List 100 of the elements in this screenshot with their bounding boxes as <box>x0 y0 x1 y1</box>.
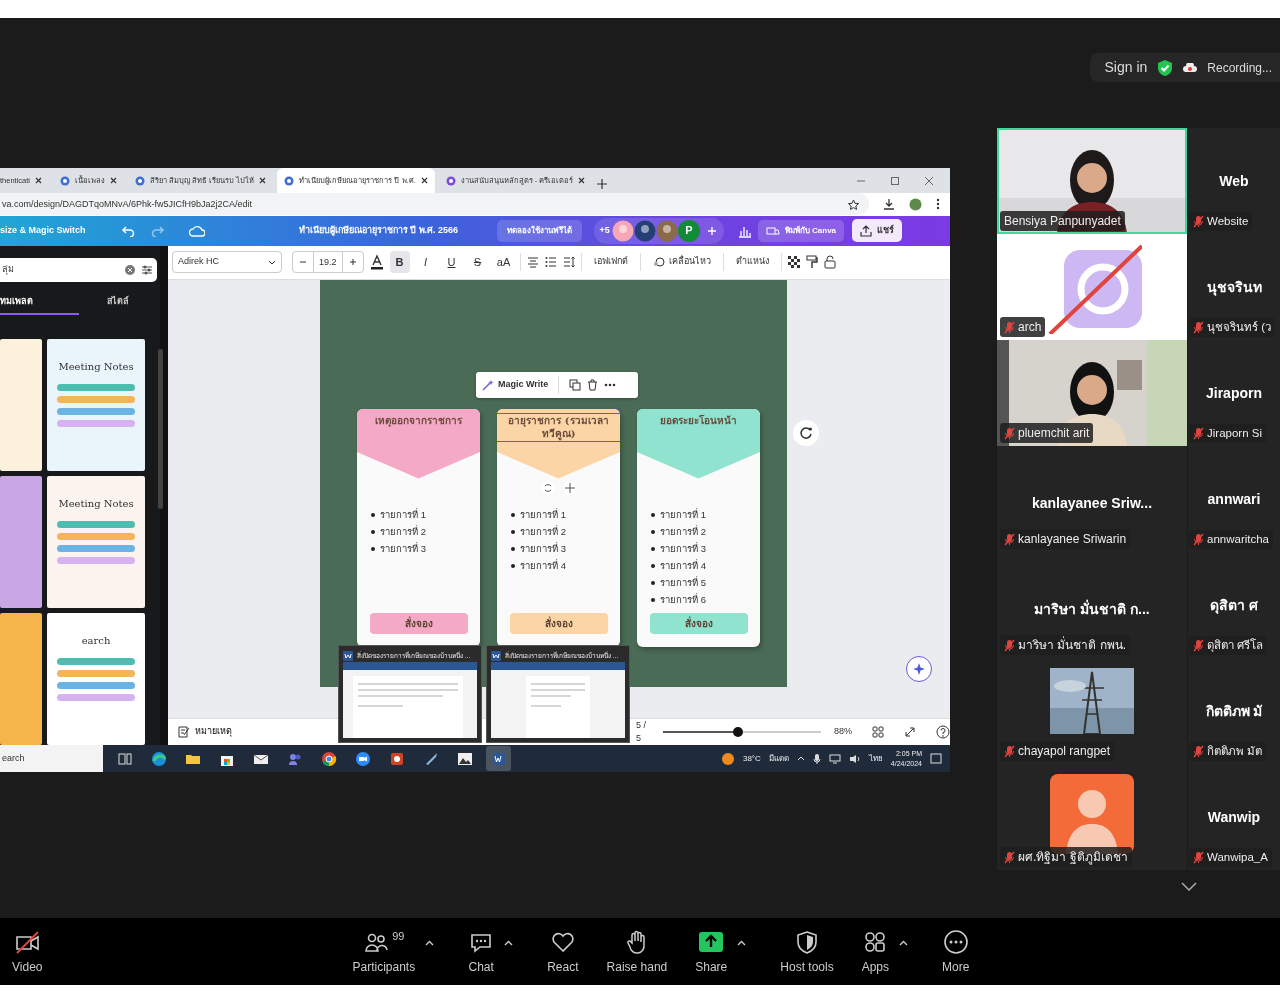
avatar-icon[interactable] <box>633 219 656 242</box>
star-icon[interactable] <box>848 198 859 210</box>
list-item: รายการที่ 1 <box>660 507 706 522</box>
filter-icon[interactable] <box>141 263 153 276</box>
template-thumbnail[interactable] <box>0 613 42 745</box>
expand-icon[interactable] <box>904 726 916 738</box>
maximize-icon[interactable] <box>890 175 900 186</box>
network-icon[interactable] <box>828 753 841 764</box>
copy-icon[interactable] <box>569 378 582 391</box>
collaborator-avatar[interactable]: P <box>677 219 700 242</box>
magic-write-button[interactable]: Magic Write <box>482 377 549 392</box>
toolbar-button[interactable]: Raise hand <box>602 927 672 976</box>
assistant-button[interactable] <box>906 655 932 682</box>
panel-tab[interactable]: ทมเพลต <box>0 291 79 315</box>
toolbar-button[interactable]: Chat <box>464 927 499 976</box>
list-item: รายการที่ 1 <box>520 507 566 522</box>
clear-icon[interactable] <box>125 264 135 275</box>
document-app-icon <box>491 651 501 661</box>
address-bar[interactable]: va.com/design/DAGDTqoMNvA/6Phk-fw5JICfH9bJa2j2CA/edit <box>0 193 869 216</box>
paint-roller-icon[interactable] <box>805 255 818 269</box>
close-icon[interactable] <box>259 177 267 184</box>
toolbar-button[interactable]: เคลื่อนไหว <box>646 253 717 271</box>
notes-button[interactable]: หมายเหตุ <box>178 725 232 739</box>
design-title[interactable]: ทำเนียบผู้เกษียณอายุราชการ ปี พ.ศ. 2566 <box>298 223 479 238</box>
sign-in-link[interactable]: Sign in <box>1104 57 1148 78</box>
search-field[interactable]: ลุ่ม <box>0 257 157 282</box>
transparency-icon[interactable] <box>787 256 800 268</box>
taskbar-search[interactable]: earch <box>0 745 103 772</box>
format-button[interactable]: I <box>415 251 436 273</box>
toolbar-button[interactable]: Apps <box>857 927 893 976</box>
align-center-icon[interactable] <box>526 256 539 268</box>
toolbar-button[interactable]: Share <box>691 927 732 976</box>
language-indicator[interactable]: ไทย <box>868 752 883 765</box>
more-icon[interactable] <box>604 382 617 387</box>
card-title[interactable]: อายุราชการ (รวมเวลาทวีคูณ) <box>497 413 620 441</box>
help-icon[interactable] <box>936 725 950 739</box>
font-name: Adirek HC <box>178 255 219 269</box>
plus-icon[interactable] <box>348 258 357 266</box>
card-button[interactable]: สั่งจอง <box>649 612 748 634</box>
bullet-icon <box>511 546 515 551</box>
video-button[interactable]: Video <box>8 927 47 976</box>
more-collaborators[interactable]: +5 <box>599 223 610 238</box>
font-dropdown[interactable]: Adirek HC <box>172 251 282 273</box>
card-button[interactable]: สั่งจอง <box>509 612 608 634</box>
trash-icon[interactable] <box>587 378 599 391</box>
download-icon[interactable] <box>883 198 895 211</box>
close-icon[interactable] <box>578 177 586 184</box>
card-title[interactable]: เหตุออกจากราชการ <box>372 413 465 427</box>
cloud-check-icon[interactable] <box>188 224 205 237</box>
menu-icon[interactable] <box>936 198 940 211</box>
template-thumbnail[interactable]: earch <box>47 613 145 745</box>
notification-icon[interactable] <box>930 752 942 765</box>
globe-icon <box>284 175 295 186</box>
spacing-icon[interactable] <box>562 256 575 268</box>
chevron-down-icon[interactable] <box>1180 882 1197 891</box>
avatar-icon[interactable] <box>611 219 634 242</box>
format-button[interactable]: U <box>441 251 462 273</box>
toolbar-button[interactable]: React <box>543 927 583 976</box>
url-text: va.com/design/DAGDTqoMNvA/6Phk-fw5JICfH9bJa2j2CA/edit <box>2 197 253 211</box>
mic-icon[interactable] <box>812 752 821 765</box>
caret-up-icon[interactable] <box>796 756 805 761</box>
grid-view-icon[interactable] <box>872 726 884 738</box>
panel-tab[interactable]: สไตล์ <box>78 291 157 315</box>
format-button[interactable]: B <box>389 251 410 273</box>
toolbar-button[interactable]: 99 Participants <box>348 927 420 976</box>
plus-icon[interactable] <box>705 224 718 237</box>
close-icon[interactable] <box>420 177 428 184</box>
template-thumbnail[interactable]: Meeting Notes <box>47 476 145 608</box>
list-icon[interactable] <box>544 256 557 268</box>
undo-icon[interactable] <box>120 224 135 237</box>
close-icon[interactable] <box>110 177 118 184</box>
toolbar-button[interactable]: ตำแหน่ง <box>729 253 775 271</box>
template-thumbnail[interactable] <box>0 339 42 471</box>
print-button[interactable]: พิมพ์กับ Canva <box>757 219 845 242</box>
avatar-icon[interactable] <box>655 219 678 242</box>
share-button[interactable]: แชร์ <box>852 218 903 243</box>
rotate-icon[interactable] <box>540 480 555 495</box>
list-item: รายการที่ 3 <box>660 541 706 556</box>
toolbar-button[interactable]: Host tools <box>776 927 838 976</box>
close-icon[interactable] <box>35 177 43 184</box>
text-color-icon[interactable] <box>369 254 384 270</box>
scrollbar[interactable] <box>158 349 163 509</box>
card-title[interactable]: ยอดระยะโอนหน้า <box>657 413 740 427</box>
globe-icon <box>135 175 146 186</box>
template-thumbnail[interactable] <box>0 476 42 608</box>
toolbar-button[interactable]: More <box>938 927 974 976</box>
bullet-icon <box>651 598 655 603</box>
zoom-slider-thumb[interactable] <box>732 727 743 737</box>
minus-icon[interactable] <box>299 258 307 266</box>
template-thumbnail[interactable]: Meeting Notes <box>47 339 145 471</box>
format-button[interactable]: S <box>467 251 488 273</box>
speaker-icon[interactable] <box>848 753 861 764</box>
trial-button[interactable]: ทดลองใช้งานฟรีได้ <box>496 219 582 242</box>
card-button[interactable]: สั่งจอง <box>369 612 468 634</box>
format-button[interactable]: aA <box>493 251 514 273</box>
refresh-button[interactable] <box>793 419 819 446</box>
lock-icon[interactable] <box>823 255 836 269</box>
page-indicator[interactable]: 5 / 5 <box>636 718 650 746</box>
toolbar-button[interactable]: เอฟเฟกต์ <box>587 253 634 271</box>
avatar-icon[interactable] <box>909 197 922 211</box>
